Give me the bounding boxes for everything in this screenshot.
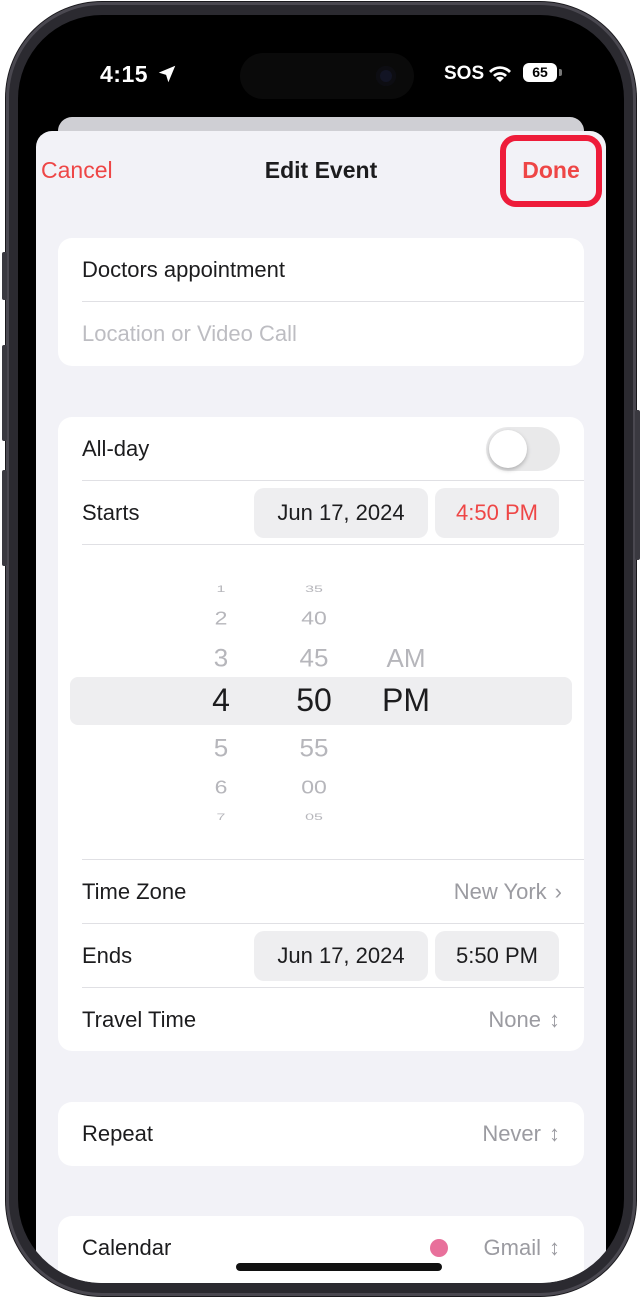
volume-down-button	[2, 470, 7, 566]
location-arrow-icon	[158, 65, 176, 83]
time-zone-label: Time Zone	[82, 879, 187, 904]
starts-time-chip[interactable]: 4:50 PM	[435, 488, 559, 538]
calendar-label: Calendar	[82, 1235, 172, 1260]
wifi-icon	[489, 66, 511, 82]
location-placeholder[interactable]: Location or Video Call	[82, 302, 297, 366]
minute-option[interactable]: 05	[284, 813, 344, 823]
meridiem-option[interactable]: AM	[374, 643, 438, 674]
starts-label: Starts	[82, 500, 140, 525]
all-day-label: All-day	[82, 436, 150, 461]
calendar-card: Calendar Gmail ↕	[58, 1216, 584, 1283]
screen: 4:15 SOS 65 Cancel Edit Event Done Docto…	[18, 15, 624, 1283]
chevron-up-down-icon: ↕	[549, 1121, 560, 1146]
title-field[interactable]: Doctors appointment	[82, 238, 584, 302]
minute-option[interactable]: 40	[284, 608, 344, 630]
ends-time-chip[interactable]: 5:50 PM	[435, 931, 559, 981]
timing-card: All-day Starts Jun 17, 2024 4:50 PM 1 2 …	[58, 417, 584, 1051]
time-zone-row[interactable]: Time Zone New York ›	[82, 860, 584, 924]
calendar-color-dot	[430, 1239, 448, 1257]
travel-time-label: Travel Time	[82, 1007, 197, 1032]
event-title[interactable]: Doctors appointment	[82, 238, 285, 302]
title-location-card: Doctors appointment Location or Video Ca…	[58, 238, 584, 366]
minute-option[interactable]: 00	[284, 777, 344, 799]
minute-option-selected[interactable]: 50	[284, 682, 344, 719]
hour-option[interactable]: 6	[191, 777, 251, 799]
repeat-row[interactable]: Repeat Never ↕	[82, 1102, 584, 1166]
chevron-up-down-icon: ↕	[549, 1007, 560, 1032]
home-indicator[interactable]	[236, 1263, 442, 1271]
ends-label: Ends	[82, 943, 133, 968]
side-button	[635, 410, 640, 560]
divider	[82, 544, 584, 545]
time-picker[interactable]: 1 2 3 4 5 6 7 35 40 45 50 55 00 05 AM PM	[58, 569, 584, 859]
minute-option[interactable]: 35	[284, 585, 344, 595]
status-time: 4:15	[100, 61, 149, 87]
sos-indicator: SOS	[444, 63, 485, 84]
starts-date-chip[interactable]: Jun 17, 2024	[254, 488, 428, 538]
calendar-value[interactable]: Gmail ↕	[484, 1216, 560, 1280]
toggle-knob	[489, 430, 527, 468]
repeat-value[interactable]: Never ↕	[482, 1102, 560, 1166]
hour-option-selected[interactable]: 4	[191, 682, 251, 719]
repeat-label: Repeat	[82, 1121, 153, 1146]
action-button	[2, 252, 7, 300]
minute-option[interactable]: 55	[284, 734, 344, 763]
hour-option[interactable]: 7	[191, 813, 251, 823]
time-zone-value[interactable]: New York ›	[454, 860, 562, 924]
all-day-toggle[interactable]	[486, 427, 560, 471]
hour-option[interactable]: 1	[191, 585, 251, 595]
travel-time-value[interactable]: None ↕	[488, 988, 560, 1052]
camera-icon	[376, 66, 396, 86]
chevron-up-down-icon: ↕	[549, 1235, 560, 1260]
travel-time-row[interactable]: Travel Time None ↕	[82, 988, 584, 1052]
done-button[interactable]: Done	[500, 157, 602, 184]
ends-date-chip[interactable]: Jun 17, 2024	[254, 931, 428, 981]
battery-icon: 65	[523, 63, 557, 82]
meridiem-option-selected[interactable]: PM	[374, 682, 438, 719]
hour-option[interactable]: 3	[191, 644, 251, 673]
hour-option[interactable]: 5	[191, 734, 251, 763]
status-bar: 4:15 SOS 65	[18, 15, 624, 125]
repeat-card: Repeat Never ↕	[58, 1102, 584, 1166]
chevron-right-icon: ›	[554, 879, 562, 904]
volume-up-button	[2, 345, 7, 441]
hour-option[interactable]: 2	[191, 608, 251, 630]
battery-tip	[559, 69, 562, 76]
location-field[interactable]: Location or Video Call	[82, 302, 584, 366]
all-day-row: All-day	[82, 417, 584, 481]
minute-option[interactable]: 45	[284, 644, 344, 673]
